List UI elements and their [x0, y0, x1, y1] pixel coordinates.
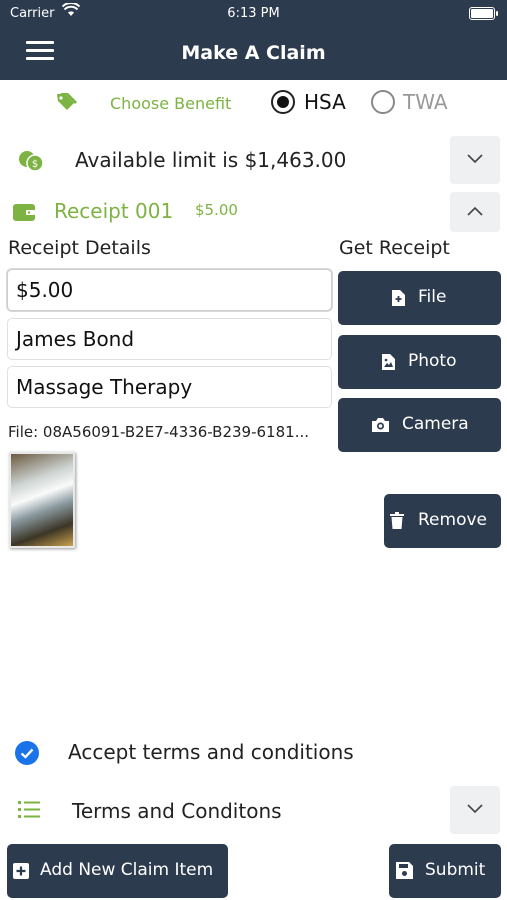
camera-icon	[372, 418, 389, 432]
file-name-text: File: 08A56091-B2E7-4336-B239-6181...	[8, 423, 309, 441]
receipt-details-label: Receipt Details	[8, 237, 151, 259]
chevron-down-icon	[467, 804, 483, 814]
status-bar: Carrier 6:13 PM	[0, 0, 507, 28]
terms-expand-button[interactable]	[450, 786, 500, 834]
receipt-amount: $5.00	[195, 201, 238, 219]
page-title: Make A Claim	[181, 42, 326, 64]
available-limit-text: Available limit is $1,463.00	[75, 148, 347, 172]
receipt-thumbnail[interactable]	[9, 452, 75, 548]
plus-square-icon	[13, 863, 29, 879]
camera-button[interactable]: Camera	[338, 398, 501, 452]
save-icon	[396, 862, 413, 879]
submit-button[interactable]: Submit	[389, 844, 501, 898]
limit-expand-button[interactable]	[450, 136, 500, 184]
add-claim-item-button[interactable]: Add New Claim Item	[7, 844, 228, 898]
wallet-icon	[13, 202, 35, 221]
receipt-title: Receipt 001	[54, 199, 174, 223]
file-button[interactable]: File	[338, 271, 501, 325]
photo-button-label: Photo	[408, 351, 457, 371]
camera-button-label: Camera	[402, 414, 469, 434]
accept-terms-row[interactable]: Accept terms and conditions	[0, 732, 507, 772]
receipt-collapse-button[interactable]	[450, 192, 500, 232]
add-claim-item-label: Add New Claim Item	[40, 860, 214, 880]
clock: 6:13 PM	[227, 6, 280, 21]
benefit-row: Choose Benefit HSA TWA	[0, 88, 507, 118]
terms-row[interactable]: Terms and Conditons	[0, 786, 507, 834]
choose-benefit-label: Choose Benefit	[110, 94, 232, 113]
photo-button[interactable]: Photo	[338, 335, 501, 389]
receipt-header[interactable]: Receipt 001 $5.00	[0, 192, 507, 232]
service-field[interactable]: Massage Therapy	[7, 366, 332, 408]
available-limit-row[interactable]: $ Available limit is $1,463.00	[0, 136, 507, 184]
radio-hsa-label[interactable]: HSA	[304, 90, 346, 114]
chevron-up-icon	[467, 206, 483, 216]
trash-icon	[390, 512, 404, 529]
accept-terms-text: Accept terms and conditions	[68, 740, 354, 764]
amount-field[interactable]: $5.00	[7, 269, 332, 311]
photo-file-icon	[382, 354, 395, 370]
submit-label: Submit	[425, 860, 486, 880]
chevron-down-icon	[467, 154, 483, 164]
radio-twa-label[interactable]: TWA	[403, 90, 448, 114]
money-icon: $	[18, 150, 44, 172]
file-icon	[392, 290, 405, 306]
battery-icon	[469, 7, 498, 20]
get-receipt-label: Get Receipt	[339, 237, 450, 259]
tag-icon	[56, 92, 78, 112]
remove-button[interactable]: Remove	[384, 494, 501, 548]
list-icon	[18, 801, 40, 819]
remove-button-label: Remove	[418, 510, 487, 530]
radio-twa[interactable]	[371, 90, 395, 114]
name-field[interactable]: James Bond	[7, 318, 332, 360]
svg-text:$: $	[32, 159, 38, 170]
nav-bar: Make A Claim	[0, 28, 507, 80]
file-button-label: File	[418, 287, 447, 307]
terms-title: Terms and Conditons	[72, 799, 282, 823]
radio-hsa[interactable]	[271, 90, 295, 114]
checkmark-icon[interactable]	[15, 741, 39, 765]
